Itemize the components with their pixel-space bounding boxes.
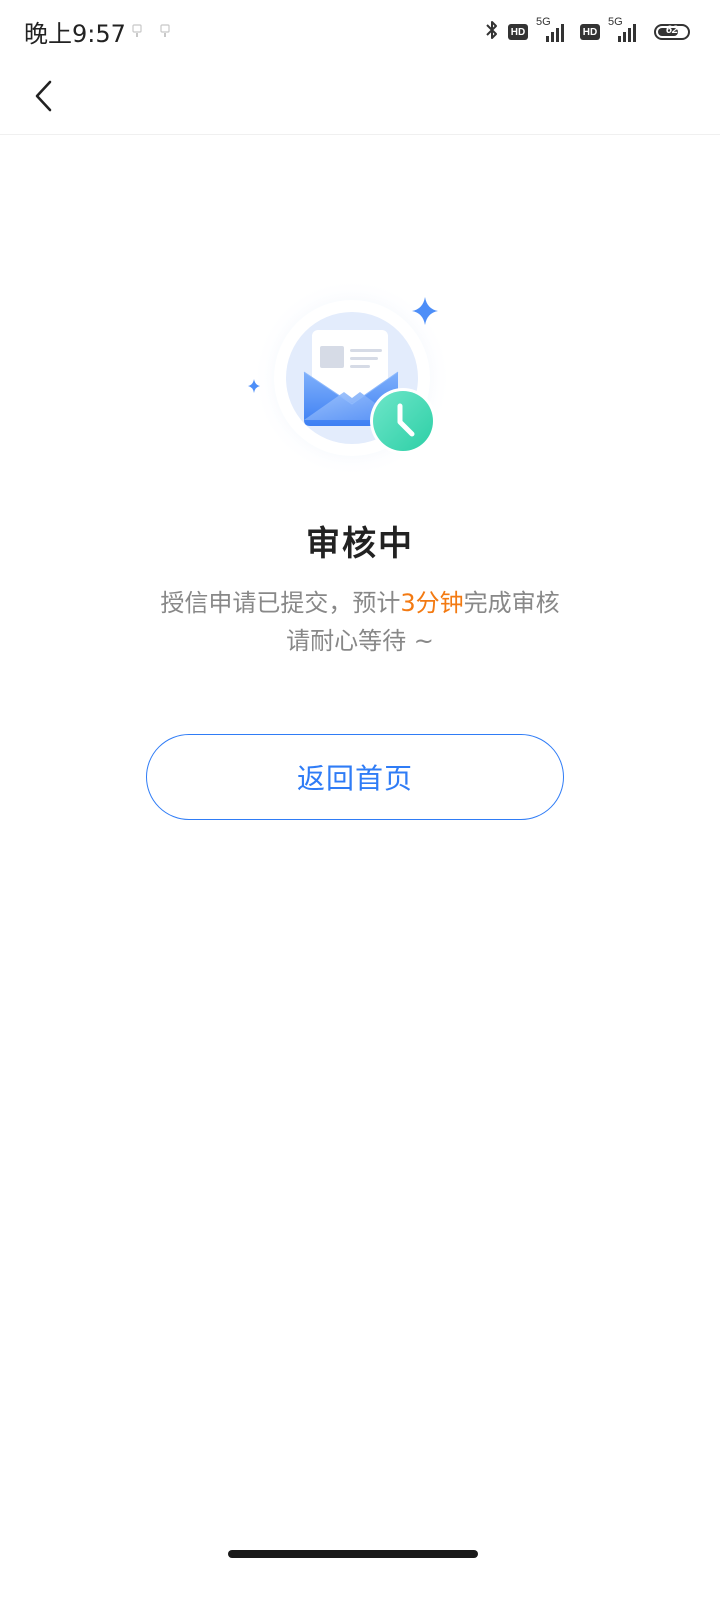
hd-icon: HD <box>580 24 600 40</box>
notification-icon <box>132 24 142 38</box>
battery-icon: 62 <box>654 24 690 40</box>
back-to-home-button[interactable]: 返回首页 <box>146 734 564 820</box>
nav-bar <box>0 62 720 135</box>
signal-icon: 5G <box>608 16 644 44</box>
page-title: 审核中 <box>306 524 414 564</box>
envelope-with-clock-icon <box>240 278 460 500</box>
chevron-left-icon <box>32 79 56 117</box>
status-bar: 晚上9:57 HD 5G HD 5G 62 <box>0 0 720 62</box>
signal-icon: 5G <box>536 16 572 44</box>
notification-icon <box>160 24 170 38</box>
home-indicator[interactable] <box>228 1550 478 1558</box>
back-button[interactable] <box>20 74 68 122</box>
estimated-time: 3分钟 <box>400 589 464 617</box>
description-prefix: 授信申请已提交，预计 <box>160 589 401 617</box>
description-line-1: 授信申请已提交，预计3分钟完成审核 <box>0 584 720 622</box>
screen: 晚上9:57 HD 5G HD 5G 62 审核中 授信申请已提交，预计3分钟完… <box>0 0 720 1600</box>
description-suffix: 完成审核 <box>463 589 560 617</box>
status-icons: HD 5G HD 5G 62 <box>484 15 690 49</box>
hd-icon: HD <box>508 24 528 40</box>
battery-level: 62 <box>665 24 679 36</box>
result-description: 授信申请已提交，预计3分钟完成审核 请耐心等待 ~ <box>0 584 720 660</box>
status-time: 晚上9:57 <box>24 20 126 48</box>
description-line-2: 请耐心等待 ~ <box>286 627 434 655</box>
bluetooth-icon <box>484 18 500 46</box>
